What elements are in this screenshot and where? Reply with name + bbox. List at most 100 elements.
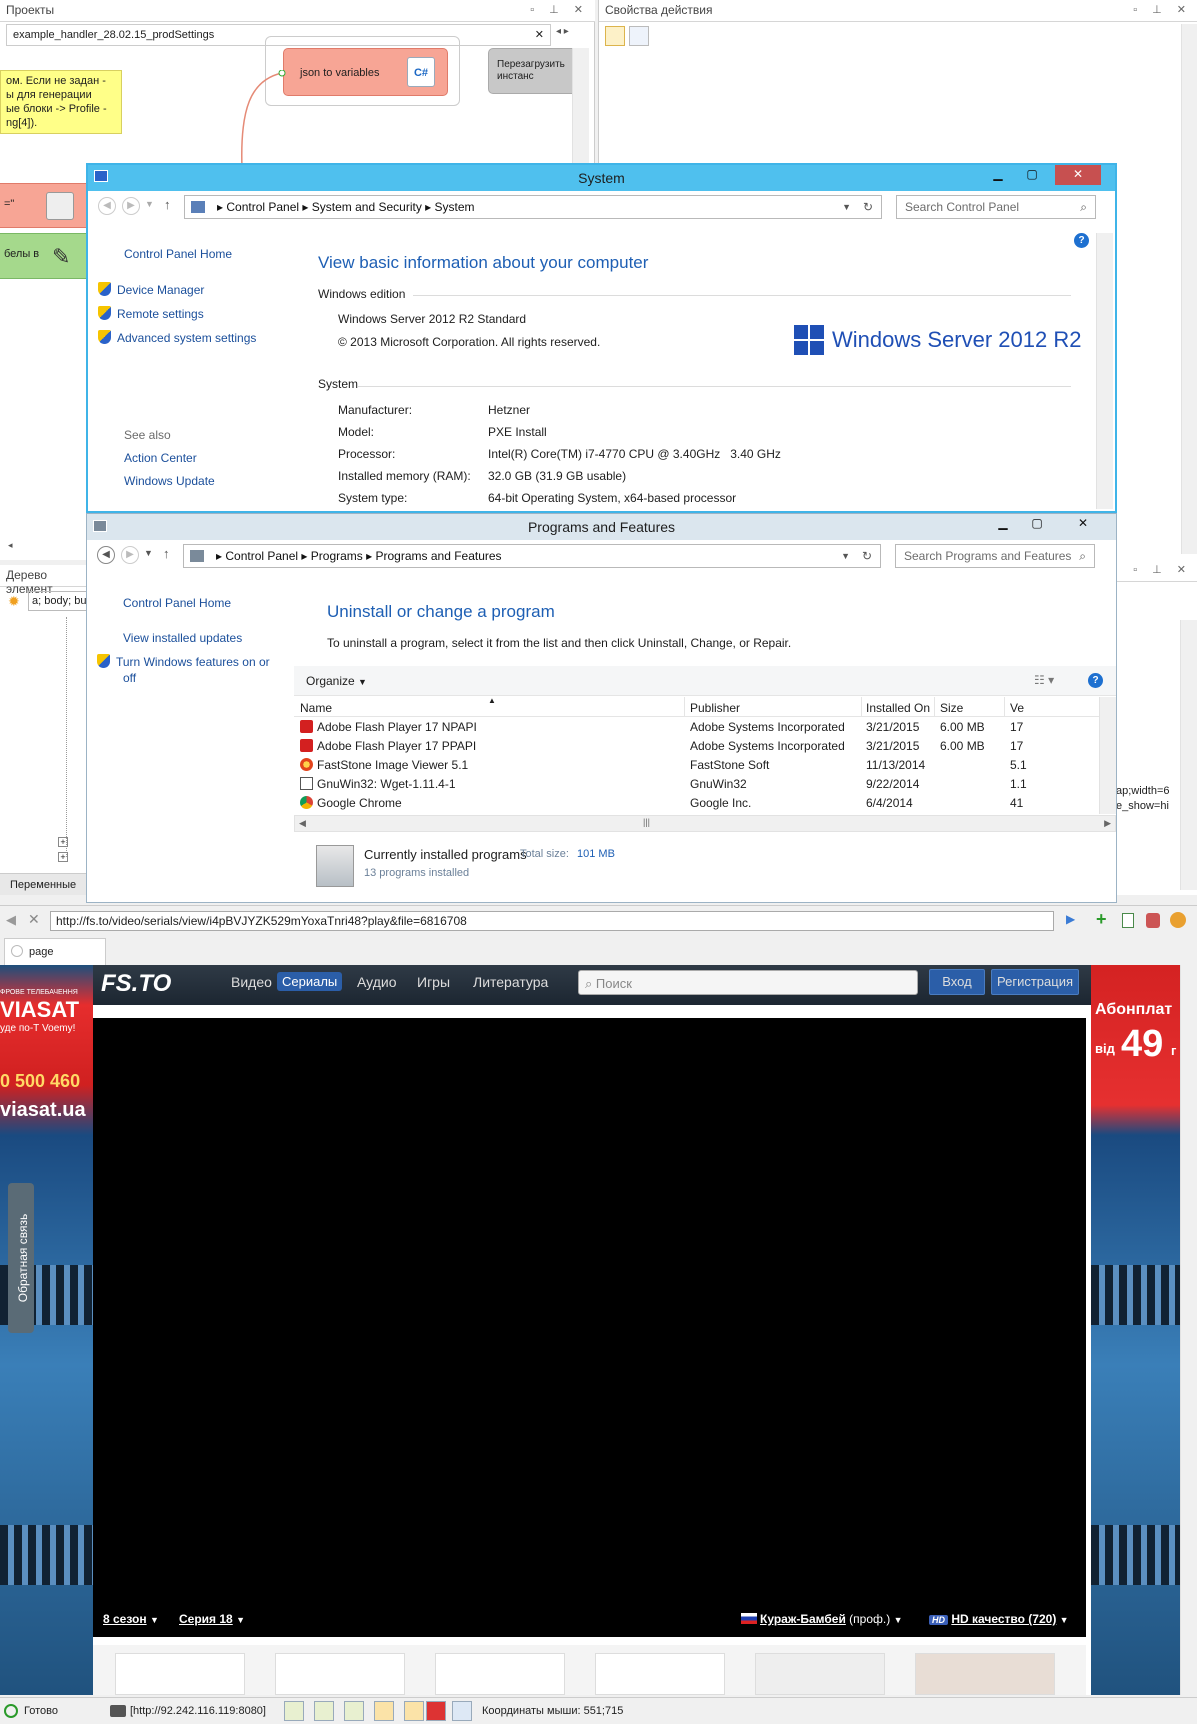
- video-player[interactable]: [93, 1018, 1086, 1612]
- restart-instance-node[interactable]: Перезагрузить инстанс: [488, 48, 583, 94]
- organize-button[interactable]: Organize ▼: [306, 674, 367, 688]
- search-icon[interactable]: ⌕: [1080, 196, 1087, 218]
- windows-update-link[interactable]: Windows Update: [124, 474, 215, 488]
- close-tab-icon[interactable]: ✕: [535, 28, 544, 41]
- system-scrollbar[interactable]: [1096, 233, 1113, 509]
- recent-dropdown-icon[interactable]: ▼: [144, 548, 153, 558]
- properties-edit-icon[interactable]: [629, 26, 649, 46]
- add-icon[interactable]: +: [1096, 909, 1107, 930]
- status-tool-icon[interactable]: [344, 1701, 364, 1721]
- breadcrumb-item[interactable]: Control Panel: [225, 549, 298, 563]
- properties-scrollbar[interactable]: [1181, 24, 1197, 554]
- up-icon[interactable]: ↑: [163, 546, 170, 561]
- page-vertical-scrollbar[interactable]: [1180, 965, 1197, 1695]
- site-search-input[interactable]: ⌕ Поиск: [578, 970, 918, 995]
- system-address-bar[interactable]: ▸ Control Panel ▸ System and Security ▸ …: [184, 195, 882, 219]
- scroll-thumb-grip[interactable]: |||: [643, 817, 650, 827]
- programs-search-input[interactable]: Search Programs and Features ⌕: [895, 544, 1095, 568]
- url-input[interactable]: http://fs.to/video/serials/view/i4pBVJYZ…: [50, 911, 1054, 931]
- column-version[interactable]: Ve: [1010, 701, 1024, 715]
- minimize-button[interactable]: ▁: [986, 514, 1020, 534]
- up-icon[interactable]: ↑: [164, 197, 171, 212]
- status-tool-icon[interactable]: [374, 1701, 394, 1721]
- column-publisher[interactable]: Publisher: [690, 701, 740, 715]
- nav-audio[interactable]: Аудио: [357, 974, 397, 990]
- action-center-link[interactable]: Action Center: [124, 451, 197, 465]
- left-ad-banner[interactable]: ФРОВЕ ТЕЛЕБАЧЕННЯ VIASAT уде по-Т Voemy!…: [0, 965, 93, 1695]
- table-row[interactable]: Google Chrome Google Inc. 6/4/2014 41: [294, 795, 1099, 812]
- control-panel-home-link[interactable]: Control Panel Home: [123, 596, 231, 610]
- monitor-icon[interactable]: [452, 1701, 472, 1721]
- table-row[interactable]: GnuWin32: Wget-1.11.4-1 GnuWin32 9/22/2014…: [294, 776, 1099, 793]
- column-name[interactable]: Name: [300, 701, 332, 715]
- help-icon[interactable]: ?: [1074, 233, 1089, 248]
- register-button[interactable]: Регистрация: [991, 969, 1079, 995]
- right-ad-banner[interactable]: Абонплат від 49 г: [1091, 965, 1180, 1695]
- thumbnail[interactable]: [755, 1653, 885, 1695]
- list-horizontal-scrollbar[interactable]: ◀ ||| ▶: [294, 815, 1116, 832]
- stop-icon[interactable]: ✕: [28, 911, 40, 928]
- programs-address-bar[interactable]: ▸ Control Panel ▸ Programs ▸ Programs an…: [183, 544, 881, 568]
- nav-games[interactable]: Игры: [417, 974, 450, 990]
- forward-icon[interactable]: ▶: [121, 546, 139, 564]
- action-node-green[interactable]: белы в ✎: [0, 233, 88, 279]
- search-icon[interactable]: ⌕: [1079, 545, 1086, 567]
- panel-window-buttons[interactable]: ▫ ⊥ ✕: [530, 3, 589, 16]
- address-dropdown-icon[interactable]: ▼: [842, 196, 851, 218]
- device-manager-link[interactable]: Device Manager: [98, 282, 204, 297]
- translation-selector[interactable]: Кураж-Бамбей (проф.) ▼: [741, 1612, 902, 1626]
- tab-nav-arrows[interactable]: ◂ ▸: [556, 26, 569, 37]
- recent-dropdown-icon[interactable]: ▼: [145, 199, 154, 209]
- minimize-button[interactable]: ▁: [981, 165, 1015, 185]
- page-icon[interactable]: [1122, 913, 1134, 928]
- breadcrumb-item[interactable]: Control Panel: [226, 200, 299, 214]
- breadcrumb-item[interactable]: Programs: [311, 549, 363, 563]
- nav-video[interactable]: Видео: [231, 974, 272, 990]
- thumbnail[interactable]: [915, 1653, 1055, 1695]
- column-size[interactable]: Size: [940, 701, 963, 715]
- remote-settings-link[interactable]: Remote settings: [98, 306, 204, 321]
- database-icon[interactable]: [1146, 913, 1160, 928]
- address-dropdown-icon[interactable]: ▼: [841, 545, 850, 567]
- nav-serials[interactable]: Сериалы: [277, 972, 343, 991]
- right-panel-scrollbar[interactable]: [1180, 620, 1197, 890]
- feedback-tab[interactable]: Обратная связь: [8, 1183, 34, 1333]
- back-icon[interactable]: ◀: [6, 912, 16, 928]
- tree-filter-input[interactable]: a; body; bu: [28, 591, 88, 611]
- scroll-right-arrow[interactable]: ▶: [1104, 818, 1111, 829]
- go-icon[interactable]: ▶: [1066, 912, 1075, 926]
- thumbnail[interactable]: [595, 1653, 725, 1695]
- close-button[interactable]: ✕: [1055, 165, 1101, 185]
- canvas-scroll-left-arrow[interactable]: ◂: [8, 540, 13, 551]
- login-button[interactable]: Вход: [929, 969, 985, 995]
- site-logo[interactable]: FS.TO: [101, 970, 171, 998]
- back-icon[interactable]: ◀: [98, 197, 116, 215]
- system-titlebar[interactable]: System ▁ ▢ ✕: [88, 165, 1115, 191]
- table-row[interactable]: Adobe Flash Player 17 NPAPI Adobe Systems…: [294, 719, 1099, 736]
- status-tool-icon[interactable]: [284, 1701, 304, 1721]
- maximize-button[interactable]: ▢: [1020, 514, 1054, 534]
- tree-expand-icon[interactable]: +: [58, 852, 68, 862]
- refresh-icon[interactable]: ↻: [863, 196, 873, 218]
- control-panel-home-link[interactable]: Control Panel Home: [124, 247, 232, 261]
- breadcrumb-item[interactable]: System: [435, 200, 475, 214]
- table-row[interactable]: Adobe Flash Player 17 PPAPI Adobe Systems…: [294, 738, 1099, 755]
- json-to-variables-node[interactable]: json to variables C#: [283, 48, 448, 96]
- flash-icon[interactable]: [426, 1701, 446, 1721]
- browser-tab[interactable]: page: [4, 938, 106, 965]
- thumbnail[interactable]: [115, 1653, 245, 1695]
- system-search-input[interactable]: Search Control Panel ⌕: [896, 195, 1096, 219]
- action-node-red[interactable]: =": [0, 183, 88, 228]
- nav-literature[interactable]: Литература: [473, 974, 548, 990]
- programs-titlebar[interactable]: Programs and Features ▁ ▢ ✕: [87, 514, 1116, 540]
- back-icon[interactable]: ◀: [97, 546, 115, 564]
- help-icon[interactable]: ?: [1088, 673, 1103, 688]
- properties-grid-icon[interactable]: [605, 26, 625, 46]
- advanced-settings-link[interactable]: Advanced system settings: [98, 330, 256, 345]
- windows-features-link-cont[interactable]: off: [123, 671, 136, 685]
- tree-expand-icon[interactable]: +: [58, 837, 68, 847]
- column-installed-on[interactable]: Installed On: [866, 701, 930, 715]
- panel-window-buttons[interactable]: ▫ ⊥ ✕: [1133, 563, 1192, 576]
- forward-icon[interactable]: ▶: [122, 197, 140, 215]
- view-options-icon[interactable]: ☷ ▾: [1034, 673, 1054, 687]
